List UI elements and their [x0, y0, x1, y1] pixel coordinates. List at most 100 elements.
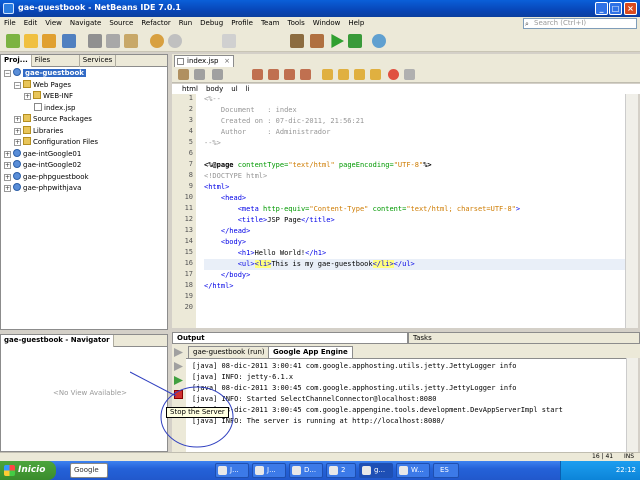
clean-build-icon[interactable]: [310, 34, 324, 48]
menu-profile[interactable]: Profile: [227, 17, 257, 30]
caret-position: 16 | 41: [592, 453, 614, 460]
expand-icon[interactable]: +: [4, 173, 11, 181]
toggle-highlight-icon[interactable]: [300, 69, 311, 80]
minimize-button[interactable]: _: [595, 2, 608, 15]
google-search-box[interactable]: Google: [70, 463, 108, 478]
tree-item-config[interactable]: + Configuration Files: [4, 137, 167, 149]
collapse-icon[interactable]: −: [4, 70, 11, 77]
rerun-icon[interactable]: [174, 348, 183, 357]
tab-output[interactable]: Output: [172, 332, 408, 344]
open-project-icon[interactable]: [42, 34, 56, 48]
insert-mode: INS: [624, 453, 635, 460]
tree-item-root[interactable]: − gae-guestbook: [4, 68, 167, 80]
output-console[interactable]: [java] 08-dic-2011 3:00:41 com.google.ap…: [186, 358, 626, 452]
menu-debug[interactable]: Debug: [196, 17, 227, 30]
breadcrumb-body[interactable]: body: [206, 85, 223, 93]
taskbar-item-2[interactable]: J...: [252, 463, 286, 478]
search-input[interactable]: ⌕ Search (Ctrl+I): [523, 18, 637, 29]
new-file-icon[interactable]: [24, 34, 38, 48]
record-macro-icon[interactable]: [388, 69, 399, 80]
menu-source[interactable]: Source: [105, 17, 137, 30]
taskbar-item-4[interactable]: 2: [326, 463, 356, 478]
tree-item-project-3[interactable]: + gae-intGoogle02: [4, 160, 167, 172]
find-icon[interactable]: [252, 69, 263, 80]
find-prev-icon[interactable]: [268, 69, 279, 80]
taskbar-item-5[interactable]: g...: [359, 463, 393, 478]
tab-gae-guestbook-run[interactable]: gae-guestbook (run): [188, 346, 270, 358]
back-icon[interactable]: [212, 69, 223, 80]
tree-item-web-inf[interactable]: + WEB-INF: [4, 91, 167, 103]
tree-item-project-4[interactable]: + gae-phpguestbook: [4, 171, 167, 184]
code-editor[interactable]: <%-- Document : index Created on : 07-di…: [204, 94, 625, 328]
menu-navigate[interactable]: Navigate: [66, 17, 105, 30]
paste-icon[interactable]: [124, 34, 138, 48]
editor-scrollbar[interactable]: [625, 94, 638, 328]
expand-icon[interactable]: +: [24, 93, 31, 100]
copy-icon[interactable]: [106, 34, 120, 48]
breadcrumb-ul[interactable]: ul: [231, 85, 237, 93]
line-number: 17: [184, 270, 193, 278]
close-button[interactable]: ×: [624, 2, 637, 15]
line-number: 5: [188, 138, 193, 146]
tree-item-source-packages[interactable]: + Source Packages: [4, 114, 167, 126]
expand-icon[interactable]: +: [14, 127, 21, 135]
tree-item-project-5[interactable]: + gae-phpwithjava: [4, 183, 167, 195]
menu-run[interactable]: Run: [175, 17, 196, 30]
output-scrollbar[interactable]: [626, 358, 638, 452]
menu-file[interactable]: File: [0, 17, 20, 30]
save-all-icon[interactable]: [62, 34, 76, 48]
cut-icon[interactable]: [88, 34, 102, 48]
collapse-icon[interactable]: −: [14, 81, 21, 89]
shift-left-icon[interactable]: [322, 69, 333, 80]
language-indicator[interactable]: ES: [433, 463, 459, 478]
expand-icon[interactable]: +: [14, 139, 21, 146]
taskbar-item-6[interactable]: W...: [396, 463, 430, 478]
find-next-icon[interactable]: [284, 69, 295, 80]
new-project-icon[interactable]: [6, 34, 20, 48]
taskbar-item-3[interactable]: D...: [289, 463, 323, 478]
undo-icon[interactable]: [150, 34, 164, 48]
stop-macro-icon[interactable]: [404, 69, 415, 80]
expand-icon[interactable]: +: [4, 162, 11, 169]
profile-icon[interactable]: [372, 34, 386, 48]
tree-item-project-2[interactable]: + gae-intGoogle01: [4, 148, 167, 161]
breadcrumb-li[interactable]: li: [246, 85, 250, 93]
navigator-title[interactable]: gae-guestbook - Navigator: [1, 335, 114, 347]
tab-google-app-engine[interactable]: Google App Engine: [268, 346, 353, 358]
tab-index-jsp[interactable]: index.jsp ×: [174, 55, 234, 67]
debug-icon[interactable]: [348, 34, 362, 48]
shift-right-icon[interactable]: [338, 69, 349, 80]
menu-edit[interactable]: Edit: [20, 17, 42, 30]
expand-icon[interactable]: +: [14, 116, 21, 123]
tree-item-libraries[interactable]: + Libraries: [4, 125, 167, 138]
bookmark-next-icon[interactable]: [370, 69, 381, 80]
tab-tasks[interactable]: Tasks: [408, 332, 640, 344]
close-tab-icon[interactable]: ×: [224, 56, 230, 66]
bookmark-icon[interactable]: [354, 69, 365, 80]
start-button[interactable]: Inicio: [0, 461, 56, 480]
build-icon[interactable]: [290, 34, 304, 48]
tab-services[interactable]: Services: [80, 55, 117, 67]
menu-window[interactable]: Window: [309, 17, 345, 30]
breadcrumb-html[interactable]: html: [182, 85, 198, 93]
tree-item-index[interactable]: index.jsp: [4, 102, 167, 115]
config-combo[interactable]: [222, 34, 236, 48]
output-line: [java] 08-dic-2011 3:00:45 com.google.ap…: [192, 384, 517, 392]
tab-projects[interactable]: Proj...: [1, 55, 32, 67]
redo-icon[interactable]: [168, 34, 182, 48]
source-view-icon[interactable]: [178, 69, 189, 80]
history-icon[interactable]: [194, 69, 205, 80]
app-icon: [218, 466, 227, 475]
expand-icon[interactable]: +: [4, 185, 11, 192]
menu-view[interactable]: View: [41, 17, 66, 30]
menu-refactor[interactable]: Refactor: [137, 17, 174, 30]
expand-icon[interactable]: +: [4, 150, 11, 158]
tree-item-web-pages[interactable]: − Web Pages: [4, 79, 167, 92]
menu-team[interactable]: Team: [257, 17, 284, 30]
tab-files[interactable]: Files: [32, 55, 80, 67]
taskbar-item-1[interactable]: J...: [215, 463, 249, 478]
run-icon[interactable]: [331, 34, 344, 48]
menu-tools[interactable]: Tools: [283, 17, 308, 30]
menu-help[interactable]: Help: [344, 17, 368, 30]
maximize-button[interactable]: □: [609, 2, 622, 15]
